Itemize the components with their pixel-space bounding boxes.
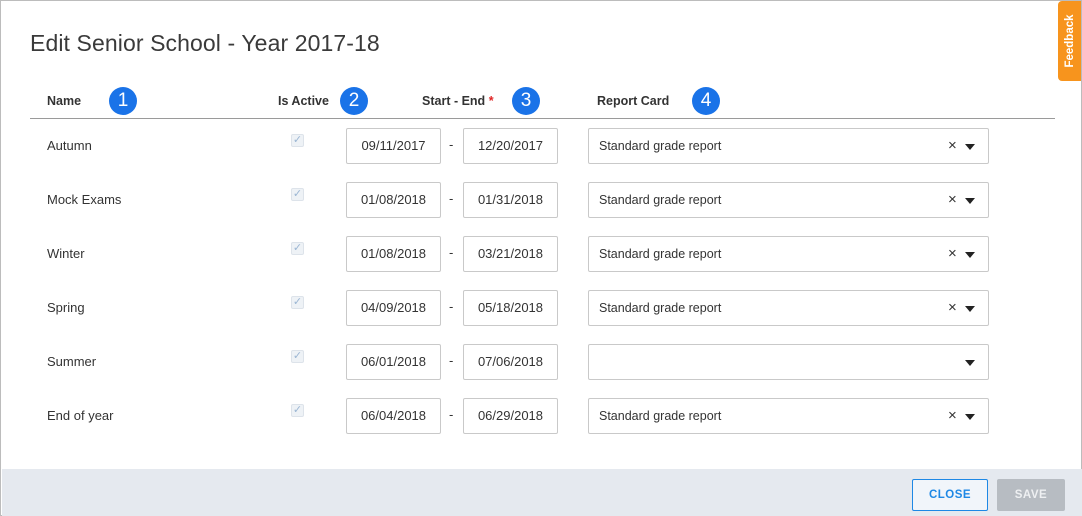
chevron-down-icon[interactable]: [965, 360, 975, 366]
period-name: Winter: [47, 246, 85, 261]
period-name: Autumn: [47, 138, 92, 153]
column-header-is-active: Is Active: [278, 94, 329, 108]
is-active-checkbox[interactable]: ✓: [291, 188, 304, 201]
start-date-input[interactable]: 09/11/2017: [346, 128, 441, 164]
callout-badge-4: 4: [692, 87, 720, 115]
report-card-select[interactable]: Standard grade report ×: [588, 128, 989, 164]
end-date-input[interactable]: 01/31/2018: [463, 182, 558, 218]
start-date-input[interactable]: 01/08/2018: [346, 182, 441, 218]
is-active-checkbox[interactable]: ✓: [291, 350, 304, 363]
check-icon: ✓: [292, 188, 303, 200]
end-date-input[interactable]: 06/29/2018: [463, 398, 558, 434]
report-card-select[interactable]: Standard grade report ×: [588, 182, 989, 218]
check-icon: ✓: [292, 296, 303, 308]
table-row: Autumn ✓ 09/11/2017 - 12/20/2017 Standar…: [1, 128, 1082, 164]
chevron-down-icon[interactable]: [965, 144, 975, 150]
date-separator: -: [449, 191, 454, 206]
report-card-value: Standard grade report: [599, 139, 722, 153]
is-active-checkbox[interactable]: ✓: [291, 296, 304, 309]
clear-icon[interactable]: ×: [948, 137, 957, 155]
clear-icon[interactable]: ×: [948, 245, 957, 263]
check-icon: ✓: [292, 350, 303, 362]
is-active-checkbox[interactable]: ✓: [291, 134, 304, 147]
check-icon: ✓: [292, 134, 303, 146]
column-header-start-end: Start - End *: [422, 94, 494, 108]
required-marker: *: [488, 94, 494, 108]
date-separator: -: [449, 245, 454, 260]
dialog-title: Edit Senior School - Year 2017-18: [30, 30, 380, 56]
clear-icon[interactable]: ×: [948, 299, 957, 317]
chevron-down-icon[interactable]: [965, 252, 975, 258]
end-date-input[interactable]: 07/06/2018: [463, 344, 558, 380]
callout-badge-2: 2: [340, 87, 368, 115]
dialog-footer: CLOSE SAVE: [2, 469, 1082, 516]
chevron-down-icon[interactable]: [965, 414, 975, 420]
start-end-label: Start - End: [422, 94, 486, 108]
check-icon: ✓: [292, 242, 303, 254]
period-name: End of year: [47, 408, 114, 423]
close-button[interactable]: CLOSE: [912, 479, 988, 511]
edit-period-dialog: Edit Senior School - Year 2017-18 Feedba…: [0, 0, 1082, 516]
chevron-down-icon[interactable]: [965, 306, 975, 312]
save-button[interactable]: SAVE: [997, 479, 1065, 511]
check-icon: ✓: [292, 404, 303, 416]
column-header-report-card: Report Card: [597, 94, 670, 108]
report-card-select[interactable]: [588, 344, 989, 380]
period-name: Mock Exams: [47, 192, 122, 207]
feedback-tab[interactable]: Feedback: [1058, 1, 1081, 81]
column-header-name: Name: [47, 94, 82, 108]
end-date-input[interactable]: 12/20/2017: [463, 128, 558, 164]
report-card-value: Standard grade report: [599, 247, 722, 261]
clear-icon[interactable]: ×: [948, 407, 957, 425]
report-card-value: Standard grade report: [599, 193, 722, 207]
chevron-down-icon[interactable]: [965, 198, 975, 204]
report-card-select[interactable]: Standard grade report ×: [588, 236, 989, 272]
is-active-checkbox[interactable]: ✓: [291, 242, 304, 255]
header-divider: [30, 118, 1055, 119]
table-row: Winter ✓ 01/08/2018 - 03/21/2018 Standar…: [1, 236, 1082, 272]
callout-badge-1: 1: [109, 87, 137, 115]
end-date-input[interactable]: 03/21/2018: [463, 236, 558, 272]
report-card-select[interactable]: Standard grade report ×: [588, 290, 989, 326]
period-name: Summer: [47, 354, 97, 369]
report-card-select[interactable]: Standard grade report ×: [588, 398, 989, 434]
start-date-input[interactable]: 06/04/2018: [346, 398, 441, 434]
report-card-value: Standard grade report: [599, 301, 722, 315]
end-date-input[interactable]: 05/18/2018: [463, 290, 558, 326]
table-row: End of year ✓ 06/04/2018 - 06/29/2018 St…: [1, 398, 1082, 434]
table-row: Spring ✓ 04/09/2018 - 05/18/2018 Standar…: [1, 290, 1082, 326]
clear-icon[interactable]: ×: [948, 191, 957, 209]
date-separator: -: [449, 353, 454, 368]
table-row: Mock Exams ✓ 01/08/2018 - 01/31/2018 Sta…: [1, 182, 1082, 218]
report-card-value: Standard grade report: [599, 409, 722, 423]
date-separator: -: [449, 407, 454, 422]
start-date-input[interactable]: 01/08/2018: [346, 236, 441, 272]
feedback-label: Feedback: [1063, 14, 1076, 68]
date-separator: -: [449, 137, 454, 152]
start-date-input[interactable]: 04/09/2018: [346, 290, 441, 326]
is-active-checkbox[interactable]: ✓: [291, 404, 304, 417]
start-date-input[interactable]: 06/01/2018: [346, 344, 441, 380]
callout-badge-3: 3: [512, 87, 540, 115]
period-name: Spring: [47, 300, 85, 315]
table-row: Summer ✓ 06/01/2018 - 07/06/2018: [1, 344, 1082, 380]
date-separator: -: [449, 299, 454, 314]
